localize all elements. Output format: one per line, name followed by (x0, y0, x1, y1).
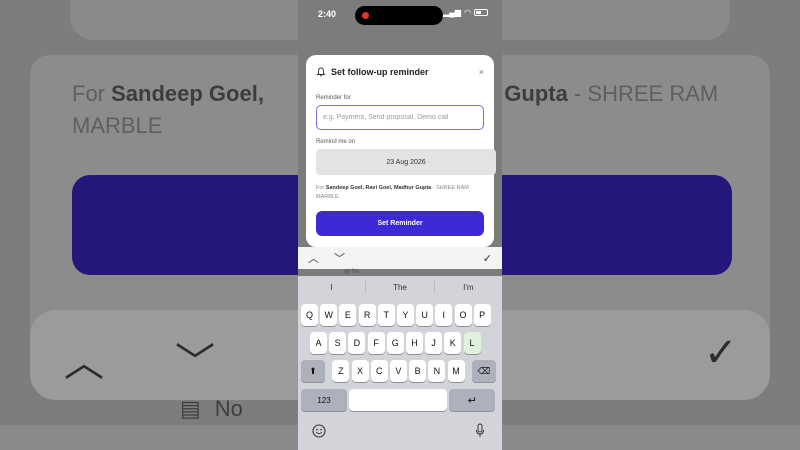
reminder-for-label: Reminder for (316, 95, 351, 101)
key-v[interactable]: V (389, 360, 407, 382)
key-row-3: ⬆ Z X C V B N M ⌫ (301, 360, 496, 382)
close-icon[interactable]: × (479, 67, 484, 77)
key-s[interactable]: S (329, 332, 347, 354)
key-d[interactable]: D (348, 332, 366, 354)
bg-doc-icon: ▤ (180, 396, 201, 421)
bg-row-label: No (214, 396, 243, 421)
suggestion-item[interactable]: The (366, 283, 433, 292)
signal-icon: ▂▄▆ (443, 8, 462, 17)
status-icons: ▂▄▆ ◠ (443, 8, 488, 17)
key-e[interactable]: E (339, 304, 357, 326)
done-check-icon[interactable]: ✓ (483, 252, 492, 265)
behind-row: ▤ No (344, 269, 360, 275)
suggestion-item[interactable]: I (298, 283, 365, 292)
shift-key[interactable]: ⬆ (301, 360, 325, 382)
key-row-4: 123 ↵ (301, 389, 496, 411)
bg-row: ▤ No (180, 396, 243, 422)
input-accessory-bar: ︿ ﹀ ✓ (298, 247, 502, 269)
dialog-title: Set follow-up reminder (331, 67, 429, 77)
bg-chevron-down-icon: ﹀ (175, 341, 215, 385)
return-key[interactable]: ↵ (449, 389, 496, 411)
key-u[interactable]: U (416, 304, 434, 326)
key-k[interactable]: K (444, 332, 462, 354)
set-reminder-button[interactable]: Set Reminder (316, 211, 484, 236)
suggestion-bar: I The I'm (298, 276, 502, 298)
key-j[interactable]: J (425, 332, 443, 354)
remind-on-label: Remind me on (316, 139, 356, 145)
battery-icon (474, 9, 488, 16)
reminder-for-input[interactable] (316, 105, 484, 130)
key-i[interactable]: I (435, 304, 453, 326)
key-h[interactable]: H (405, 332, 423, 354)
key-b[interactable]: B (409, 360, 427, 382)
space-key[interactable] (349, 389, 448, 411)
suggestion-item[interactable]: I'm (435, 283, 502, 292)
key-a[interactable]: A (310, 332, 327, 354)
key-p[interactable]: P (473, 304, 491, 326)
chevron-down-icon[interactable]: ﹀ (334, 250, 352, 266)
key-c[interactable]: C (370, 360, 388, 382)
key-q[interactable]: Q (301, 304, 318, 326)
key-row-2: A S D F G H J K L (310, 332, 481, 354)
phone-screen: 2:40 ▂▄▆ ◠ Set follow-up reminder × Remi… (298, 0, 502, 450)
date-picker-field[interactable]: 23 Aug 2026 (316, 149, 496, 175)
key-r[interactable]: R (358, 304, 376, 326)
bg-check-icon: ✓ (704, 331, 738, 375)
numbers-key[interactable]: 123 (301, 389, 347, 411)
bell-icon (316, 67, 326, 77)
key-z[interactable]: Z (332, 360, 350, 382)
behind-row-label: No (351, 269, 360, 275)
for-contacts-text: For Sandeep Goel, Ravi Goel, Madhur Gupt… (316, 185, 469, 200)
dynamic-island (355, 6, 443, 25)
dialog-header: Set follow-up reminder × (316, 65, 484, 79)
status-time: 2:40 (318, 9, 337, 19)
microphone-icon[interactable] (475, 423, 485, 438)
key-x[interactable]: X (351, 360, 369, 382)
key-f[interactable]: F (367, 332, 385, 354)
key-w[interactable]: W (320, 304, 338, 326)
key-row-1: Q W E R T Y U I O P (301, 304, 491, 326)
key-o[interactable]: O (454, 304, 472, 326)
wifi-icon: ◠ (464, 8, 471, 17)
status-bar: 2:40 ▂▄▆ ◠ (298, 0, 502, 30)
emoji-icon[interactable] (312, 424, 326, 438)
bg-chevron-up-icon: ︿ (64, 341, 104, 385)
delete-key[interactable]: ⌫ (471, 360, 496, 382)
key-t[interactable]: T (377, 304, 395, 326)
key-y[interactable]: Y (396, 304, 414, 326)
reminder-dialog: Set follow-up reminder × Reminder for Re… (306, 55, 496, 247)
recording-dot-icon (362, 12, 369, 19)
key-g[interactable]: G (386, 332, 404, 354)
chevron-up-icon[interactable]: ︿ (308, 250, 326, 266)
key-l[interactable]: L (463, 332, 481, 354)
key-m[interactable]: M (447, 360, 465, 382)
on-screen-keyboard: I The I'm Q W E R T Y U I O P A S D F G … (298, 276, 502, 450)
key-n[interactable]: N (428, 360, 446, 382)
